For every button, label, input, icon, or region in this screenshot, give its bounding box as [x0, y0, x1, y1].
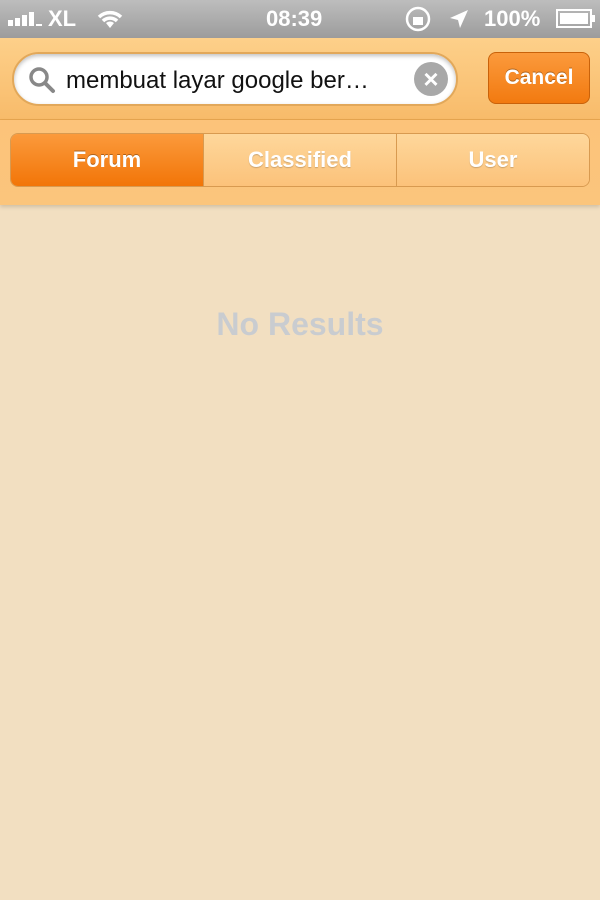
cancel-button[interactable]: Cancel [488, 52, 590, 104]
search-icon [29, 67, 55, 93]
battery-icon [556, 9, 595, 28]
clear-search-icon[interactable]: × [414, 62, 448, 96]
segmented-control: Forum Classified User [10, 133, 590, 187]
tab-classified[interactable]: Classified [203, 134, 396, 186]
tab-forum[interactable]: Forum [11, 134, 203, 186]
location-icon [450, 10, 468, 28]
no-results-message: No Results [216, 306, 384, 342]
status-bar: XL 08:39 100% [0, 0, 600, 38]
clock: 08:39 [266, 6, 323, 31]
search-header: membuat layar google ber… × Cancel [0, 38, 600, 120]
carrier: XL [48, 6, 77, 31]
battery-percent: 100% [484, 6, 541, 31]
search-input[interactable]: membuat layar google ber… × [12, 52, 458, 106]
scope-bar: Forum Classified User [0, 120, 600, 205]
search-query[interactable]: membuat layar google ber… [66, 67, 369, 95]
rotation-lock-icon [405, 6, 431, 32]
wifi-icon [97, 10, 123, 28]
tab-user[interactable]: User [396, 134, 589, 186]
signal-icon [8, 12, 42, 26]
